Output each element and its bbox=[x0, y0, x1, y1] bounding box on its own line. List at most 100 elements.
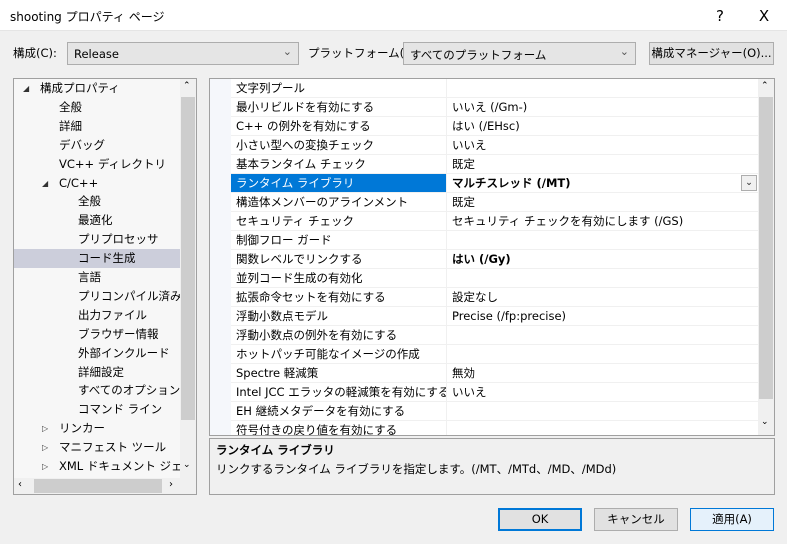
property-value[interactable]: 設定なし bbox=[447, 288, 758, 306]
tree-item[interactable]: プリコンパイル済みヘッ bbox=[14, 287, 180, 306]
tree-item[interactable]: 最適化 bbox=[14, 211, 180, 230]
collapsed-arrow-icon[interactable]: ▷ bbox=[42, 457, 48, 476]
property-value[interactable]: はい (/Gy) bbox=[447, 250, 758, 268]
property-value[interactable] bbox=[447, 345, 758, 363]
collapsed-arrow-icon[interactable]: ▷ bbox=[42, 438, 48, 457]
property-value[interactable] bbox=[447, 326, 758, 344]
property-row[interactable]: 浮動小数点モデル Precise (/fp:precise) bbox=[231, 307, 758, 326]
property-row[interactable]: 符号付きの戻り値を有効にする bbox=[231, 421, 758, 435]
property-value[interactable]: いいえ bbox=[447, 383, 758, 401]
tree-item[interactable]: ◢ 構成プロパティ bbox=[14, 79, 180, 98]
tree-item[interactable]: 詳細 bbox=[14, 117, 180, 136]
property-value[interactable]: 既定 bbox=[447, 193, 758, 211]
tree-item[interactable]: ◢ C/C++ bbox=[14, 174, 180, 193]
tree-item-label: 全般 bbox=[59, 99, 82, 114]
property-row[interactable]: ランタイム ライブラリ マルチスレッド (/MT) ⌄ bbox=[231, 174, 758, 193]
tree-item-label: 詳細 bbox=[59, 118, 82, 133]
tree-item[interactable]: コマンド ライン bbox=[14, 400, 180, 419]
scroll-up-icon[interactable]: ⌃ bbox=[183, 81, 191, 91]
property-value[interactable] bbox=[447, 79, 758, 97]
property-row[interactable]: 最小リビルドを有効にする いいえ (/Gm-) bbox=[231, 98, 758, 117]
property-row[interactable]: ホットパッチ可能なイメージの作成 bbox=[231, 345, 758, 364]
property-row[interactable]: 並列コード生成の有効化 bbox=[231, 269, 758, 288]
property-value[interactable] bbox=[447, 269, 758, 287]
scrollbar-thumb[interactable] bbox=[181, 97, 195, 420]
dropdown-chevron-icon[interactable]: ⌄ bbox=[741, 175, 757, 191]
property-value[interactable] bbox=[447, 231, 758, 249]
tree-item[interactable]: ▷ マニフェスト ツール bbox=[14, 438, 180, 457]
tree-item[interactable]: ▷ XML ドキュメント ジェネレー bbox=[14, 457, 180, 476]
grid-vertical-scrollbar[interactable]: ⌃ ⌄ bbox=[758, 79, 774, 435]
property-row[interactable]: 拡張命令セットを有効にする 設定なし bbox=[231, 288, 758, 307]
tree-item[interactable]: 外部インクルード bbox=[14, 344, 180, 363]
property-name: 浮動小数点の例外を有効にする bbox=[231, 326, 447, 344]
property-value-text: はい (/EHsc) bbox=[452, 119, 520, 133]
property-value[interactable]: 既定 bbox=[447, 155, 758, 173]
property-row[interactable]: 制御フロー ガード bbox=[231, 231, 758, 250]
chevron-down-icon: ⌄ bbox=[619, 45, 629, 58]
tree-item[interactable]: 全般 bbox=[14, 98, 180, 117]
property-value[interactable]: はい (/EHsc) bbox=[447, 117, 758, 135]
property-name: C++ の例外を有効にする bbox=[231, 117, 447, 135]
tree-item[interactable]: デバッグ bbox=[14, 136, 180, 155]
property-value-text: 既定 bbox=[452, 195, 475, 209]
tree-item[interactable]: 全般 bbox=[14, 192, 180, 211]
property-value-text: 既定 bbox=[452, 157, 475, 171]
property-value[interactable]: セキュリティ チェックを有効にします (/GS) bbox=[447, 212, 758, 230]
window-title: shooting プロパティ ページ bbox=[10, 10, 165, 24]
ok-button[interactable]: OK bbox=[498, 508, 582, 531]
property-value[interactable]: 無効 bbox=[447, 364, 758, 382]
property-value[interactable]: Precise (/fp:precise) bbox=[447, 307, 758, 325]
tree-item-label: リンカー bbox=[59, 421, 105, 436]
apply-button[interactable]: 適用(A) bbox=[690, 508, 774, 531]
expanded-arrow-icon[interactable]: ◢ bbox=[42, 174, 48, 193]
scroll-left-icon[interactable]: ‹ bbox=[18, 479, 22, 490]
help-button[interactable]: ? bbox=[697, 0, 743, 31]
tree-item[interactable]: ▷ リンカー bbox=[14, 419, 180, 438]
property-value[interactable]: いいえ bbox=[447, 136, 758, 154]
config-manager-button[interactable]: 構成マネージャー(O)... bbox=[649, 42, 774, 65]
scroll-down-icon[interactable]: ⌄ bbox=[183, 460, 191, 470]
scroll-up-icon[interactable]: ⌃ bbox=[761, 81, 769, 91]
tree-item[interactable]: 言語 bbox=[14, 268, 180, 287]
tree-item[interactable]: VC++ ディレクトリ bbox=[14, 155, 180, 174]
collapsed-arrow-icon[interactable]: ▷ bbox=[42, 419, 48, 438]
property-name: 拡張命令セットを有効にする bbox=[231, 288, 447, 306]
tree-item[interactable]: ブラウザー情報 bbox=[14, 325, 180, 344]
tree-item[interactable]: コード生成 bbox=[14, 249, 180, 269]
tree-horizontal-scrollbar[interactable]: ‹ › bbox=[14, 478, 196, 494]
expanded-arrow-icon[interactable]: ◢ bbox=[23, 79, 29, 98]
property-row[interactable]: セキュリティ チェック セキュリティ チェックを有効にします (/GS) bbox=[231, 212, 758, 231]
tree-item[interactable]: 詳細設定 bbox=[14, 363, 180, 382]
property-row[interactable]: 浮動小数点の例外を有効にする bbox=[231, 326, 758, 345]
property-row[interactable]: 構造体メンバーのアラインメント 既定 bbox=[231, 193, 758, 212]
config-select[interactable]: Release ⌄ bbox=[67, 42, 299, 65]
property-row[interactable]: Spectre 軽減策 無効 bbox=[231, 364, 758, 383]
scroll-down-icon[interactable]: ⌄ bbox=[761, 417, 769, 427]
tree-item-label: ブラウザー情報 bbox=[78, 326, 159, 341]
property-row[interactable]: EH 継続メタデータを有効にする bbox=[231, 402, 758, 421]
tree-vertical-scrollbar[interactable]: ⌃ ⌄ bbox=[180, 79, 196, 478]
scrollbar-thumb[interactable] bbox=[34, 479, 162, 493]
property-row[interactable]: 小さい型への変換チェック いいえ bbox=[231, 136, 758, 155]
property-row[interactable]: 文字列プール bbox=[231, 79, 758, 98]
property-row[interactable]: C++ の例外を有効にする はい (/EHsc) bbox=[231, 117, 758, 136]
platform-select[interactable]: すべてのプラットフォーム ⌄ bbox=[403, 42, 636, 65]
scroll-right-icon[interactable]: › bbox=[169, 479, 173, 490]
scrollbar-thumb[interactable] bbox=[759, 97, 773, 399]
tree-item[interactable]: 出力ファイル bbox=[14, 306, 180, 325]
property-value[interactable] bbox=[447, 402, 758, 420]
property-value[interactable]: マルチスレッド (/MT) ⌄ bbox=[447, 174, 758, 192]
tree-item-label: デバッグ bbox=[59, 137, 105, 152]
property-row[interactable]: 関数レベルでリンクする はい (/Gy) bbox=[231, 250, 758, 269]
property-value-text: いいえ (/Gm-) bbox=[452, 100, 528, 114]
property-value[interactable] bbox=[447, 421, 758, 435]
property-row[interactable]: 基本ランタイム チェック 既定 bbox=[231, 155, 758, 174]
cancel-button[interactable]: キャンセル bbox=[594, 508, 678, 531]
property-value[interactable]: いいえ (/Gm-) bbox=[447, 98, 758, 116]
tree-item[interactable]: すべてのオプション bbox=[14, 381, 180, 400]
property-name: ホットパッチ可能なイメージの作成 bbox=[231, 345, 447, 363]
property-row[interactable]: Intel JCC エラッタの軽減策を有効にする いいえ bbox=[231, 383, 758, 402]
tree-item[interactable]: プリプロセッサ bbox=[14, 230, 180, 249]
close-button[interactable]: X bbox=[741, 0, 787, 31]
